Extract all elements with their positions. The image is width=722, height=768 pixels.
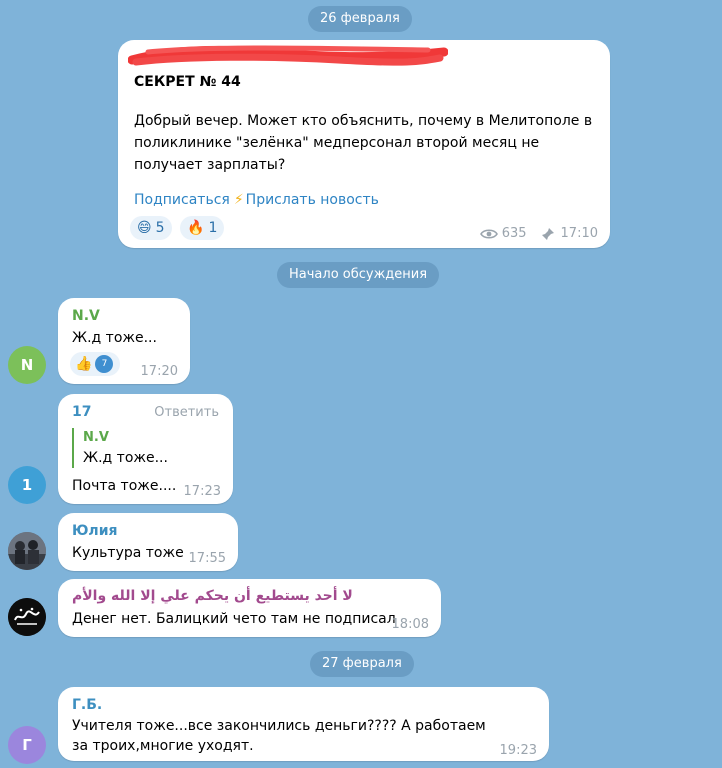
channel-post-bubble: СЕКРЕТ № 44 Добрый вечер. Может кто объя… — [118, 40, 610, 248]
reaction-count: 1 — [208, 220, 218, 236]
laugh-emoji-icon: 😄 — [137, 220, 152, 236]
message-time: 17:23 — [183, 484, 221, 499]
avatar[interactable] — [8, 532, 46, 570]
discussion-start-separator: Начало обсуждения — [277, 262, 440, 288]
message-bubble: لا أحد يستطيع أن يحكم علي إلا الله والأم… — [58, 579, 441, 637]
avatar[interactable] — [8, 598, 46, 636]
message-bubble: Г.Б. Учителя тоже...все закончились день… — [58, 687, 549, 761]
date-separator: 27 февраля — [310, 651, 414, 677]
thumbs-up-emoji-icon: 👍 — [75, 356, 93, 372]
message-author[interactable]: N.V — [72, 306, 100, 326]
message-bubble: 17 Ответить N.V Ж.д тоже... Почта тоже..… — [58, 394, 233, 504]
post-time: 17:10 — [560, 226, 598, 241]
message-time: 18:08 — [391, 617, 429, 632]
eye-icon — [479, 229, 498, 239]
message-author[interactable]: Юлия — [72, 521, 118, 541]
post-text: Добрый вечер. Может кто объяснить, почем… — [134, 113, 593, 173]
message-time: 19:23 — [499, 743, 537, 758]
post-title: СЕКРЕТ № 44 — [134, 74, 241, 90]
message-author[interactable]: 17 — [72, 402, 91, 422]
message-bubble: Юлия Культура тоже 17:55 — [58, 513, 238, 571]
message-author[interactable]: Г.Б. — [72, 695, 102, 715]
subscribe-link[interactable]: Подписаться — [134, 190, 230, 210]
reactor-badge: 7 — [95, 355, 114, 373]
avatar[interactable]: Г — [8, 726, 46, 764]
message-text: Ж.д тоже... — [72, 330, 157, 346]
date-separator: 26 февраля — [308, 6, 412, 32]
message-bubble: N.V Ж.д тоже... 👍 7 17:20 — [58, 298, 190, 384]
reaction-thumbs-up[interactable]: 👍 7 — [70, 352, 120, 376]
reply-button[interactable]: Ответить — [154, 403, 219, 423]
message-text: Культура тоже — [72, 545, 184, 561]
avatar[interactable]: N — [8, 346, 46, 384]
message-text: Денег нет. Балицкий чето там не подписал — [72, 611, 396, 627]
send-news-link[interactable]: Прислать новость — [246, 190, 379, 210]
quote-text: Ж.д тоже... — [83, 450, 168, 466]
redacted-channel-name — [127, 44, 449, 68]
reaction-laugh[interactable]: 😄 5 — [130, 216, 172, 240]
fire-emoji-icon: 🔥 — [187, 220, 205, 236]
reaction-fire[interactable]: 🔥 1 — [180, 216, 225, 240]
message-text: Учителя тоже...все закончились деньги???… — [72, 718, 486, 754]
reply-quote[interactable]: N.V Ж.д тоже... — [72, 428, 168, 468]
message-text: Почта тоже.... — [72, 478, 177, 494]
quote-author: N.V — [83, 430, 109, 445]
avatar[interactable]: 1 — [8, 466, 46, 504]
pin-icon — [541, 228, 554, 240]
reaction-count: 5 — [155, 220, 165, 236]
bolt-icon: ⚡ — [233, 192, 244, 208]
message-time: 17:20 — [140, 364, 178, 379]
message-time: 17:55 — [188, 551, 226, 566]
views-count: 635 — [501, 226, 527, 241]
message-author[interactable]: لا أحد يستطيع أن يحكم علي إلا الله والأم — [72, 586, 353, 606]
